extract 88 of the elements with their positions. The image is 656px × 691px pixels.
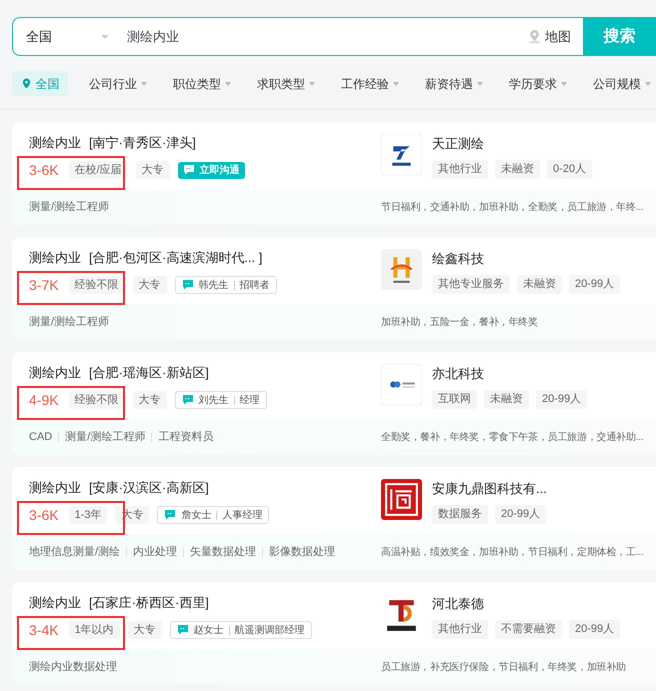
skill-tag: CAD (29, 428, 52, 446)
company-name[interactable]: 安康九鼎图科技有... (432, 479, 547, 497)
salary: 4-9K (29, 390, 59, 410)
company-logo-icon (381, 134, 422, 175)
company-name[interactable]: 亦北科技 (432, 364, 588, 382)
recruiter-chat-button[interactable]: 刘先生 经理 (174, 391, 267, 409)
recruiter-chat-button[interactable]: 韩先生 招聘者 (174, 276, 277, 294)
tag: 经验不限 (68, 276, 125, 294)
chat-icon (182, 394, 194, 406)
chat-icon (182, 164, 195, 176)
caret-icon (393, 82, 399, 86)
skill-tag: 测量/测绘工程师 (29, 314, 110, 330)
map-link[interactable]: 地图 (527, 26, 583, 46)
salary: 3-7K (29, 276, 59, 294)
job-location: [合肥·包河区·高速滨湖时代... ] (89, 249, 262, 268)
caret-icon (477, 82, 483, 86)
skill-tag: 影像数据处理 (269, 544, 336, 560)
tag: 在校/应届 (68, 161, 128, 179)
tag: 未融资 (517, 275, 562, 294)
tag: 未融资 (495, 160, 540, 179)
benefits-text: 员工旅游，补充医疗保险，节日福利，年终奖，加班补助 (381, 660, 626, 674)
caret-icon (309, 82, 315, 86)
job-card[interactable]: 测绘内业 [合肥·包河区·高速滨湖时代... ] 3-7K 经验不限 大专 韩先生 招聘者 绘鑫科技 其他专业服务 未融资 20-99人 测量/测绘工程师 加班补助，五险一金，餐补，年终奖 (12, 237, 656, 340)
recruiter-chat-button[interactable]: 詹女士 人事经理 (157, 506, 270, 524)
job-card[interactable]: 测绘内业 [石家庄·桥西区·西里] 3-4K 1年以内 大专 赵女士 航遥测调部经理 河北泰德 其他行业 不需要融资 20-99人 测绘内业数据处理 员工旅游，补充医疗保险，节日福利，年终奖，加班补助 (12, 582, 656, 685)
caret-icon (561, 82, 567, 86)
caret-icon (141, 82, 147, 86)
job-title[interactable]: 测绘内业 (29, 593, 81, 613)
tag: 不需要融资 (495, 620, 562, 639)
salary: 3-4K (29, 620, 59, 640)
caret-icon (645, 82, 651, 86)
job-title[interactable]: 测绘内业 (29, 133, 81, 153)
company-name[interactable]: 河北泰德 (432, 594, 620, 612)
tag: 大专 (132, 391, 167, 409)
tag: 20-99人 (569, 620, 620, 639)
location-pin-icon (527, 29, 542, 44)
tag: 数据服务 (432, 505, 488, 524)
chat-icon (182, 279, 194, 291)
company-logo-icon (381, 249, 422, 290)
tag: 20-99人 (536, 390, 588, 409)
benefits-text: 高温补贴，绩效奖金，加班补助，节日福利，定期体检，工... (381, 546, 644, 560)
tag: 大专 (132, 276, 167, 294)
skill-tag: 测量/测绘工程师 (29, 198, 110, 216)
caret-icon (225, 82, 231, 86)
tag: 1年以内 (68, 621, 120, 639)
job-location: [南宁·青秀区·津头] (89, 134, 196, 152)
tag: 其他行业 (432, 160, 488, 179)
tag: 其他行业 (432, 620, 488, 639)
job-location: [合肥·瑶海区·新站区] (89, 364, 209, 382)
tag: 未融资 (484, 390, 529, 409)
company-name[interactable]: 天正测绘 (432, 134, 592, 152)
salary: 3-6K (29, 506, 59, 524)
job-location: [石家庄·桥西区·西里] (89, 594, 209, 612)
location-pin-icon (20, 78, 32, 89)
recruiter-chat-button[interactable]: 赵女士 航遥测调部经理 (170, 621, 312, 639)
tag: 大专 (128, 621, 162, 639)
skill-tag: 地理信息测量/测绘 (29, 544, 120, 560)
tag: 大专 (136, 161, 170, 179)
tag: 20-99人 (495, 505, 546, 524)
skill-tag: 测量/测绘工程师 (65, 428, 146, 446)
tag: 20-99人 (569, 275, 620, 294)
chat-icon (164, 509, 176, 521)
tag: 其他专业服务 (432, 275, 510, 294)
benefits-text: 加班补助，五险一金，餐补，年终奖 (381, 316, 538, 330)
job-title[interactable]: 测绘内业 (29, 478, 81, 498)
benefits-text: 节日福利，交通补助，加班补助，全勤奖，员工旅游，年终... (381, 200, 644, 214)
company-name[interactable]: 绘鑫科技 (432, 249, 620, 267)
job-location: [安康·汉滨区·高新区] (89, 479, 209, 498)
city-select[interactable]: 全国 (13, 26, 113, 46)
chat-icon (176, 624, 189, 636)
tag: 1-3年 (68, 506, 108, 524)
job-title[interactable]: 测绘内业 (29, 248, 81, 268)
skill-tag: 工程资料员 (158, 428, 214, 446)
company-logo-icon (381, 479, 422, 520)
tag: 0-20人 (547, 160, 592, 179)
skill-tag: 测绘内业数据处理 (29, 658, 117, 676)
job-card[interactable]: 测绘内业 [南宁·青秀区·津头] 3-6K 在校/应届 大专 立即沟通 天正测绘 其他行业 未融资 0-20人 测量/测绘工程师 节日福利，交通补助，加班补助，全勤奖，员工旅游，年终... (12, 122, 656, 225)
job-card[interactable]: 测绘内业 [合肥·瑶海区·新站区] 4-9K 经验不限 大专 刘先生 经理 亦北科技 互联网 未融资 20-99人 CAD 测量/测绘工程师 工程资料员 全勤奖，餐补，年终奖，零食下午茶，员工旅游，交通补助... (12, 352, 656, 455)
caret-icon (101, 34, 109, 38)
tag: 经验不限 (68, 391, 125, 409)
salary: 3-6K (29, 160, 59, 180)
company-logo-icon (381, 364, 422, 405)
tag: 互联网 (432, 390, 477, 409)
skill-tag: 内业处理 (133, 544, 178, 560)
skill-tag: 矢量数据处理 (190, 544, 256, 560)
job-title[interactable]: 测绘内业 (29, 363, 81, 383)
benefits-text: 全勤奖，餐补，年终奖，零食下午茶，员工旅游，交通补助... (381, 430, 644, 444)
search-field[interactable]: 全国 测绘内业 地图 (12, 17, 584, 56)
